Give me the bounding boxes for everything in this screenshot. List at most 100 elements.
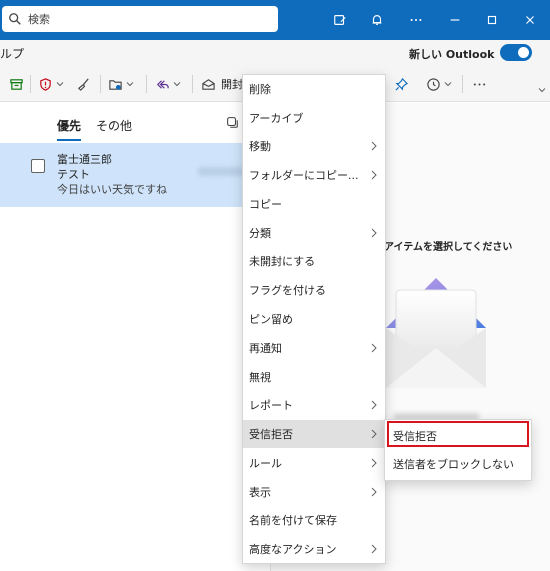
menu-item-label: 削除 bbox=[249, 83, 271, 96]
message-row[interactable]: 富士通三郎 テスト 今日はいい天気ですね bbox=[0, 143, 270, 207]
menu-item-ignore[interactable]: 無視 bbox=[243, 363, 385, 391]
chevron-right-icon bbox=[371, 141, 377, 151]
menu-item-save-as[interactable]: 名前を付けて保存 bbox=[243, 506, 385, 534]
menu-tab-row: ルプ 新しい Outlook bbox=[0, 40, 550, 66]
menu-item-snooze[interactable]: 再通知 bbox=[243, 334, 385, 362]
ribbon-more-button[interactable] bbox=[472, 74, 487, 94]
clock-icon bbox=[427, 77, 440, 91]
ribbon-divider bbox=[146, 75, 147, 93]
menu-item-flag[interactable]: フラグを付ける bbox=[243, 276, 385, 304]
chevron-down-icon bbox=[444, 82, 452, 87]
minimize-button[interactable] bbox=[443, 8, 467, 32]
folder-move-icon bbox=[109, 79, 122, 90]
close-button[interactable] bbox=[518, 8, 542, 32]
help-tab[interactable]: ルプ bbox=[0, 45, 24, 62]
tab-focused[interactable]: 優先 bbox=[57, 117, 82, 141]
menu-item-move[interactable]: 移動 bbox=[243, 132, 385, 160]
menu-item-label: 分類 bbox=[249, 227, 271, 240]
report-button[interactable] bbox=[38, 74, 64, 94]
archive-icon bbox=[10, 78, 23, 90]
chevron-right-icon bbox=[371, 544, 377, 554]
ribbon-divider bbox=[192, 75, 193, 93]
message-date-blurred bbox=[198, 167, 244, 176]
menu-item-label: 未開封にする bbox=[249, 255, 316, 268]
menu-item-report[interactable]: レポート bbox=[243, 391, 385, 419]
minimize-icon bbox=[450, 19, 460, 21]
close-icon bbox=[526, 16, 534, 24]
ribbon-divider bbox=[462, 75, 463, 93]
search-box[interactable] bbox=[2, 6, 278, 32]
chevron-down-icon bbox=[56, 82, 64, 87]
envelope-open-icon bbox=[202, 78, 215, 90]
message-list-pane: 優先 その他 富士通三郎 テスト 今日はいい天気ですね bbox=[0, 103, 270, 571]
chevron-down-icon bbox=[173, 82, 181, 87]
mark-read-button[interactable]: 開封 bbox=[201, 74, 243, 94]
menu-item-advanced-actions[interactable]: 高度なアクション bbox=[243, 535, 385, 563]
menu-item-label: ピン留め bbox=[249, 313, 293, 326]
menu-item-copy[interactable]: コピー bbox=[243, 190, 385, 218]
message-checkbox[interactable] bbox=[31, 159, 45, 173]
submenu-item-unblock-sender[interactable]: 送信者をブロックしない bbox=[385, 450, 531, 478]
mark-read-label: 開封 bbox=[221, 78, 243, 91]
sweep-button[interactable] bbox=[76, 74, 91, 94]
menu-item-view[interactable]: 表示 bbox=[243, 478, 385, 506]
menu-item-pin[interactable]: ピン留め bbox=[243, 305, 385, 333]
chevron-right-icon bbox=[371, 487, 377, 497]
menu-item-label: アーカイブ bbox=[249, 112, 304, 125]
menu-item-label: フォルダーにコピー... bbox=[249, 169, 359, 182]
menu-item-label: 無視 bbox=[249, 371, 271, 384]
menu-item-delete[interactable]: 削除 bbox=[243, 75, 385, 103]
reply-all-icon bbox=[156, 79, 169, 89]
menu-item-label: ルール bbox=[249, 457, 282, 470]
highlight-annotation-box bbox=[387, 421, 529, 447]
archive-button[interactable] bbox=[9, 74, 24, 94]
maximize-button[interactable] bbox=[480, 8, 504, 32]
more-options-button[interactable] bbox=[404, 8, 428, 32]
menu-item-copy-to-folder[interactable]: フォルダーにコピー... bbox=[243, 161, 385, 189]
ellipsis-icon bbox=[473, 82, 486, 86]
message-preview: 今日はいい天気ですね bbox=[57, 183, 167, 196]
search-input[interactable] bbox=[28, 12, 258, 26]
select-mode-icon[interactable] bbox=[225, 115, 239, 129]
pin-button[interactable] bbox=[394, 74, 409, 94]
menu-item-label: 名前を付けて保存 bbox=[249, 514, 337, 527]
new-outlook-toggle[interactable] bbox=[500, 44, 532, 61]
note-icon bbox=[334, 15, 346, 25]
menu-item-categorize[interactable]: 分類 bbox=[243, 219, 385, 247]
maximize-icon bbox=[487, 15, 497, 25]
menu-item-label: コピー bbox=[249, 198, 282, 211]
chevron-right-icon bbox=[371, 170, 377, 180]
snooze-button[interactable] bbox=[426, 74, 452, 94]
compose-note-button[interactable] bbox=[328, 8, 352, 32]
menu-item-archive[interactable]: アーカイブ bbox=[243, 104, 385, 132]
menu-item-mark-unread[interactable]: 未開封にする bbox=[243, 247, 385, 275]
menu-item-label: 受信拒否 bbox=[249, 428, 293, 441]
inbox-tabs: 優先 その他 bbox=[0, 103, 270, 143]
menu-item-rules[interactable]: ルール bbox=[243, 449, 385, 477]
chevron-right-icon bbox=[371, 228, 377, 238]
reply-all-button[interactable] bbox=[155, 74, 181, 94]
chevron-down-icon bbox=[126, 82, 134, 87]
tab-other[interactable]: その他 bbox=[96, 117, 132, 134]
menu-item-label: 表示 bbox=[249, 486, 271, 499]
ellipsis-icon bbox=[410, 18, 422, 22]
chevron-right-icon bbox=[371, 429, 377, 439]
shield-icon bbox=[40, 77, 51, 91]
chevron-right-icon bbox=[371, 400, 377, 410]
move-to-button[interactable] bbox=[108, 74, 134, 94]
ribbon-divider bbox=[100, 75, 101, 93]
search-icon bbox=[9, 13, 21, 25]
empty-reading-pane-message: アイテムを選択してください bbox=[384, 242, 513, 253]
context-menu: 削除 アーカイブ 移動 フォルダーにコピー... コピー 分類 未開封にする フ… bbox=[242, 74, 386, 564]
new-outlook-label: 新しい Outlook bbox=[409, 48, 495, 61]
broom-icon bbox=[77, 77, 89, 91]
chevron-right-icon bbox=[371, 458, 377, 468]
ribbon-expand-chevron-icon[interactable] bbox=[538, 86, 546, 94]
menu-item-label: 再通知 bbox=[249, 342, 282, 355]
envelope-illustration-icon bbox=[386, 278, 486, 388]
notifications-button[interactable] bbox=[365, 8, 389, 32]
menu-item-label: フラグを付ける bbox=[249, 284, 326, 297]
menu-item-block[interactable]: 受信拒否 bbox=[243, 420, 385, 448]
pin-icon bbox=[395, 77, 409, 91]
menu-item-label: 移動 bbox=[249, 140, 271, 153]
